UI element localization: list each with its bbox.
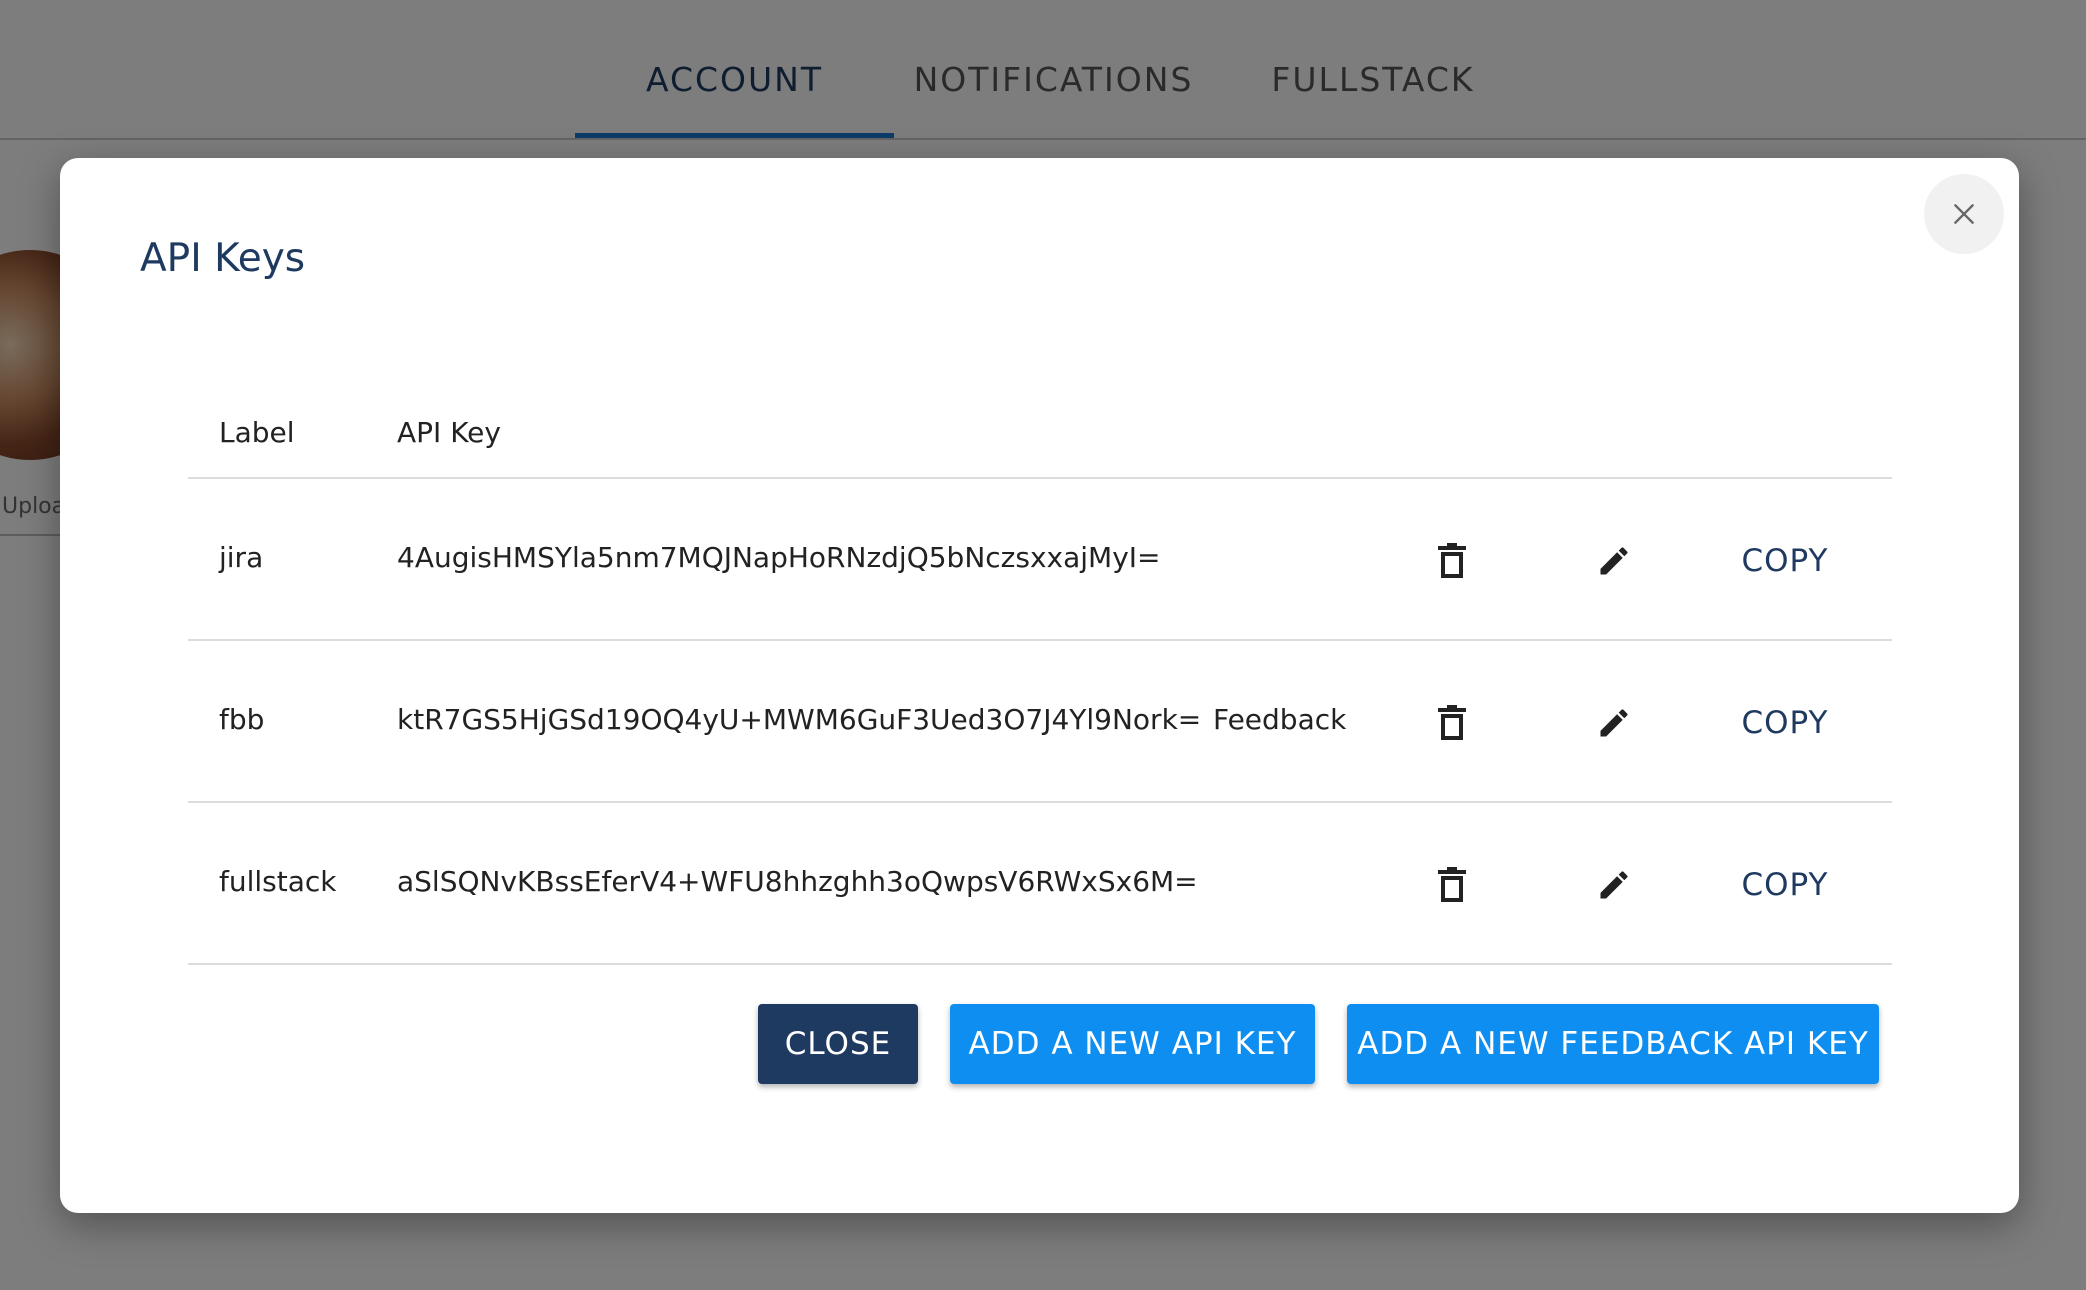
close-icon	[1954, 204, 1974, 224]
edit-icon	[1600, 871, 1628, 899]
row-type: Feedback	[1213, 703, 1347, 736]
add-api-key-button[interactable]: ADD A NEW API KEY	[950, 1004, 1315, 1084]
delete-icon	[1438, 867, 1466, 902]
api-keys-table: Label API Key jira 4AugisHMSYla5nm7MQJNa…	[188, 376, 1892, 965]
row-api-key: 4AugisHMSYla5nm7MQJNapHoRNzdjQ5bNczsxxaj…	[397, 541, 1161, 574]
copy-button[interactable]: COPY	[1720, 843, 1850, 927]
delete-icon	[1438, 705, 1466, 740]
column-header-label: Label	[219, 416, 295, 449]
copy-button[interactable]: COPY	[1720, 681, 1850, 765]
edit-button[interactable]	[1584, 693, 1644, 753]
row-label: fbb	[219, 703, 265, 736]
table-header: Label API Key	[188, 376, 1892, 479]
delete-button[interactable]	[1422, 693, 1482, 753]
add-feedback-api-key-button[interactable]: ADD A NEW FEEDBACK API KEY	[1347, 1004, 1879, 1084]
row-label: fullstack	[219, 865, 337, 898]
close-button[interactable]: CLOSE	[758, 1004, 918, 1084]
edit-icon	[1600, 547, 1628, 575]
edit-button[interactable]	[1584, 531, 1644, 591]
dialog-title: API Keys	[140, 236, 306, 281]
table-row: jira 4AugisHMSYla5nm7MQJNapHoRNzdjQ5bNcz…	[188, 479, 1892, 641]
table-row: fbb ktR7GS5HjGSd19OQ4yU+MWM6GuF3Ued3O7J4…	[188, 641, 1892, 803]
edit-icon	[1600, 709, 1628, 737]
edit-button[interactable]	[1584, 855, 1644, 915]
delete-icon	[1438, 543, 1466, 578]
close-dialog-button[interactable]	[1924, 174, 2004, 254]
row-api-key: aSlSQNvKBssEferV4+WFU8hhzghh3oQwpsV6RWxS…	[397, 865, 1198, 898]
table-row: fullstack aSlSQNvKBssEferV4+WFU8hhzghh3o…	[188, 803, 1892, 965]
row-label: jira	[219, 541, 264, 574]
row-api-key: ktR7GS5HjGSd19OQ4yU+MWM6GuF3Ued3O7J4Yl9N…	[397, 703, 1202, 736]
delete-button[interactable]	[1422, 855, 1482, 915]
column-header-api-key: API Key	[397, 416, 501, 449]
delete-button[interactable]	[1422, 531, 1482, 591]
api-keys-dialog: API Keys Label API Key jira 4AugisHMSYla…	[60, 158, 2019, 1213]
copy-button[interactable]: COPY	[1720, 519, 1850, 603]
